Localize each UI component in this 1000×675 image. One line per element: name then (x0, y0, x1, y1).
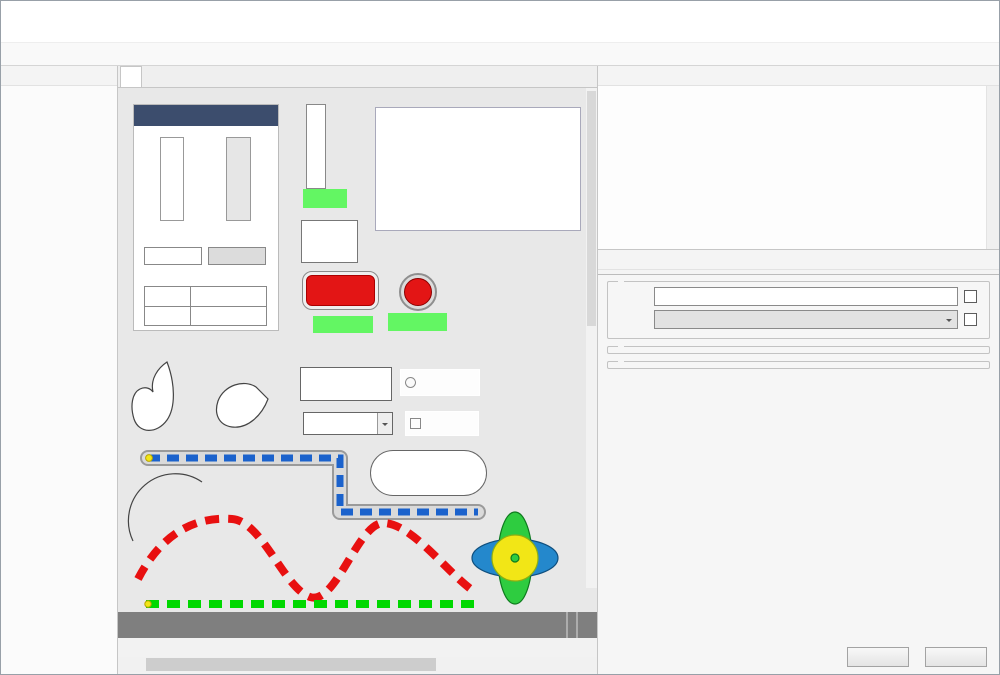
flower-shape[interactable] (472, 512, 558, 604)
radio-button-widget[interactable] (400, 369, 480, 396)
panel-close-button[interactable] (98, 69, 112, 83)
closed-curve-shape-1[interactable] (132, 362, 173, 430)
red-button-widget[interactable] (302, 271, 379, 310)
panel-close-button[interactable] (980, 69, 994, 83)
canvas-vertical-scrollbar[interactable] (586, 88, 597, 588)
scrollbar-thumb[interactable] (587, 91, 596, 326)
main-area (1, 66, 999, 674)
dashed-line-shape[interactable] (145, 601, 480, 607)
close-button[interactable] (963, 1, 999, 23)
t1-set-value[interactable] (144, 247, 202, 265)
show-selection-checkbox[interactable] (964, 313, 977, 326)
document-tab-bar (118, 66, 597, 88)
trend-chart-widget[interactable] (375, 107, 581, 231)
t1-upper-label (145, 287, 191, 306)
tab-main[interactable] (120, 66, 142, 87)
minimize-button[interactable] (891, 1, 927, 23)
scrollbar-thumb[interactable] (146, 658, 436, 671)
properties-panel-header (598, 250, 999, 270)
editor-column (118, 66, 597, 674)
checkbox-square-icon (410, 418, 421, 429)
menu-bar (1, 23, 999, 42)
led-indicator-widget[interactable] (399, 273, 437, 311)
layer-select[interactable] (654, 310, 958, 329)
chevron-down-icon (946, 319, 952, 325)
panel-float-button[interactable] (964, 69, 978, 83)
panel-float-button[interactable] (964, 253, 978, 267)
t1-upper-value[interactable] (191, 287, 266, 306)
arc-shape[interactable] (128, 474, 202, 541)
title-bar (1, 1, 999, 23)
ok-button[interactable] (847, 647, 909, 667)
radio-circle-icon (405, 377, 416, 388)
project-panel-header (1, 66, 117, 86)
green-bar-widget-1[interactable] (313, 316, 373, 333)
toolbox-grid (598, 86, 999, 249)
scale-gauge-widget[interactable] (306, 104, 362, 200)
stadium-shape-widget[interactable] (370, 450, 487, 496)
window-buttons (891, 1, 999, 23)
toolbox-scrollbar[interactable] (986, 86, 999, 249)
t1-alarm-table (144, 286, 267, 326)
toolbox-panel (598, 66, 999, 250)
t1-current-value (208, 247, 266, 265)
led-face (404, 278, 432, 306)
t1-current-bar (226, 137, 251, 221)
panel-close-button[interactable] (980, 253, 994, 267)
gauge-tank (306, 104, 326, 189)
design-canvas[interactable] (118, 88, 597, 674)
maximize-button[interactable] (927, 1, 963, 23)
canvas-bottom-bar (118, 612, 597, 638)
t1-title (134, 105, 278, 126)
combo-box-widget[interactable] (303, 412, 393, 435)
name-field[interactable] (654, 287, 958, 306)
table-row (145, 287, 266, 306)
panel-float-button[interactable] (82, 69, 96, 83)
label-widget[interactable] (303, 189, 347, 208)
basic-group (607, 281, 990, 339)
possize-group (607, 346, 990, 354)
edit-box-widget[interactable] (300, 367, 392, 401)
properties-panel (598, 250, 999, 674)
project-panel (1, 66, 118, 674)
right-dock (597, 66, 999, 674)
closed-curve-shape-2[interactable] (217, 383, 268, 427)
rectangle-widget[interactable] (301, 220, 358, 263)
t1-faceplate[interactable] (133, 104, 279, 331)
t1-lower-value[interactable] (191, 307, 266, 325)
multilang-checkbox[interactable] (964, 290, 977, 303)
t1-setpoint-bar (160, 137, 184, 221)
canvas-horizontal-scrollbar[interactable] (118, 657, 597, 672)
chevron-down-icon[interactable] (377, 413, 392, 434)
green-bar-widget-2[interactable] (388, 313, 447, 331)
properties-body (598, 274, 999, 674)
project-tree (1, 86, 117, 674)
t1-lower-label (145, 307, 191, 325)
rotation-group (607, 361, 990, 369)
red-button-face (306, 275, 375, 306)
sine-curve-shape[interactable] (138, 519, 472, 598)
apply-button[interactable] (925, 647, 987, 667)
toolbox-panel-header (598, 66, 999, 86)
dialog-buttons (847, 647, 987, 667)
main-toolbar (1, 42, 999, 66)
checkbox-widget[interactable] (405, 411, 479, 436)
table-row (145, 306, 266, 325)
